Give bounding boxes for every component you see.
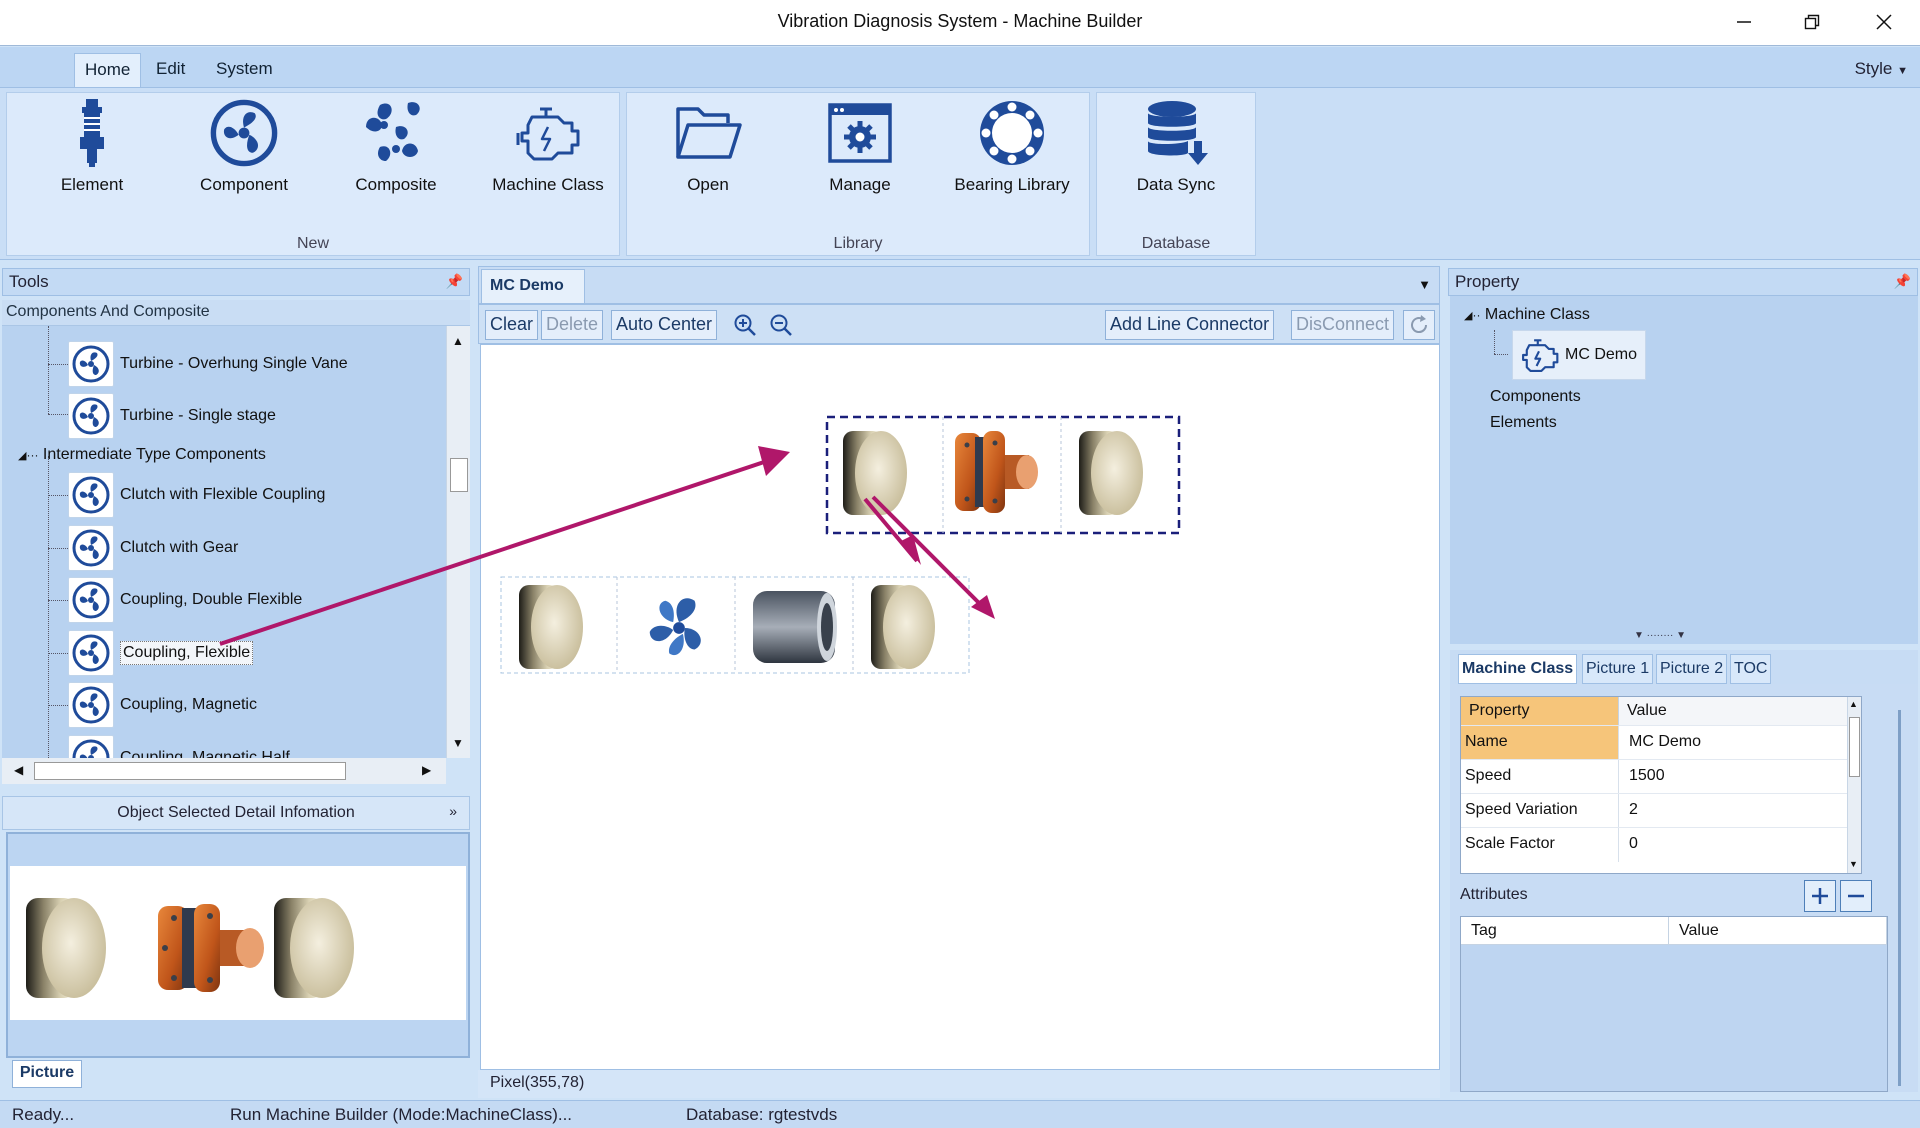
splitter-grip[interactable]: ▼ ········ ▼ [1634, 630, 1686, 641]
plus-icon [1812, 888, 1828, 904]
grid-value[interactable]: 0 [1625, 828, 1845, 862]
grid-header-value: Value [1619, 697, 1849, 725]
tab-toc[interactable]: TOC [1730, 654, 1772, 684]
property-tree: ◢·· Machine Class MC Demo Components Ele… [1450, 296, 1918, 644]
grid-scrollbar[interactable]: ▲ ▼ [1847, 697, 1861, 873]
tree-node-label: Machine Class [1484, 306, 1590, 323]
attr-header-value: Value [1669, 917, 1887, 945]
grid-key: Name [1461, 726, 1619, 760]
engine-icon [1522, 339, 1559, 372]
tree-node-elements[interactable]: Elements [1490, 414, 1557, 432]
tab-picture-1[interactable]: Picture 1 [1582, 654, 1654, 684]
attr-header-tag: Tag [1461, 917, 1669, 945]
minus-icon [1848, 894, 1864, 898]
scroll-up-icon[interactable]: ▲ [1849, 699, 1858, 709]
attributes-grid: Tag Value [1460, 916, 1888, 1092]
grid-value[interactable]: 2 [1625, 794, 1845, 828]
status-bar: Ready... Run Machine Builder (Mode:Machi… [0, 1100, 1920, 1128]
grid-key: Speed Variation [1461, 794, 1619, 828]
status-mode: Run Machine Builder (Mode:MachineClass).… [230, 1105, 573, 1124]
grid-row[interactable]: Speed 1500 [1461, 759, 1849, 794]
property-title: Property [1455, 272, 1520, 291]
tab-machine-class[interactable]: Machine Class [1458, 654, 1578, 684]
grid-header-property: Property [1461, 697, 1619, 725]
scroll-down-icon[interactable]: ▼ [1849, 859, 1858, 869]
attributes-label: Attributes [1460, 886, 1528, 903]
tree-node-label: MC Demo [1565, 346, 1638, 363]
status-ready: Ready... [12, 1105, 75, 1124]
grid-key: Speed [1461, 760, 1619, 794]
scrollbar-thumb[interactable] [1849, 717, 1860, 777]
grid-value[interactable]: 1500 [1625, 760, 1845, 794]
property-body: Property Value Name MC Demo Speed 1500 S… [1450, 684, 1918, 1092]
grid-row[interactable]: Name MC Demo [1461, 725, 1849, 760]
grid-row[interactable]: Speed Variation 2 [1461, 793, 1849, 828]
tree-node-mc-demo[interactable]: MC Demo [1512, 330, 1646, 380]
add-attribute-button[interactable] [1804, 880, 1836, 912]
panel-scrollbar[interactable] [1898, 710, 1901, 1086]
remove-attribute-button[interactable] [1840, 880, 1872, 912]
grid-row[interactable]: Scale Factor 0 [1461, 827, 1849, 862]
grid-value[interactable]: MC Demo [1625, 726, 1845, 760]
tab-picture-2[interactable]: Picture 2 [1656, 654, 1728, 684]
property-grid: Property Value Name MC Demo Speed 1500 S… [1460, 696, 1862, 874]
property-panel-header: Property 📌 [1448, 268, 1918, 296]
tree-node-machine-class[interactable]: ◢·· Machine Class [1464, 306, 1590, 324]
status-database: Database: rgtestvds [686, 1105, 838, 1124]
grid-key: Scale Factor [1461, 828, 1619, 862]
pin-icon[interactable]: 📌 [1894, 273, 1911, 290]
property-tab-bar: Machine Class Picture 1 Picture 2 TOC [1450, 650, 1918, 684]
tree-node-components[interactable]: Components [1490, 388, 1581, 406]
